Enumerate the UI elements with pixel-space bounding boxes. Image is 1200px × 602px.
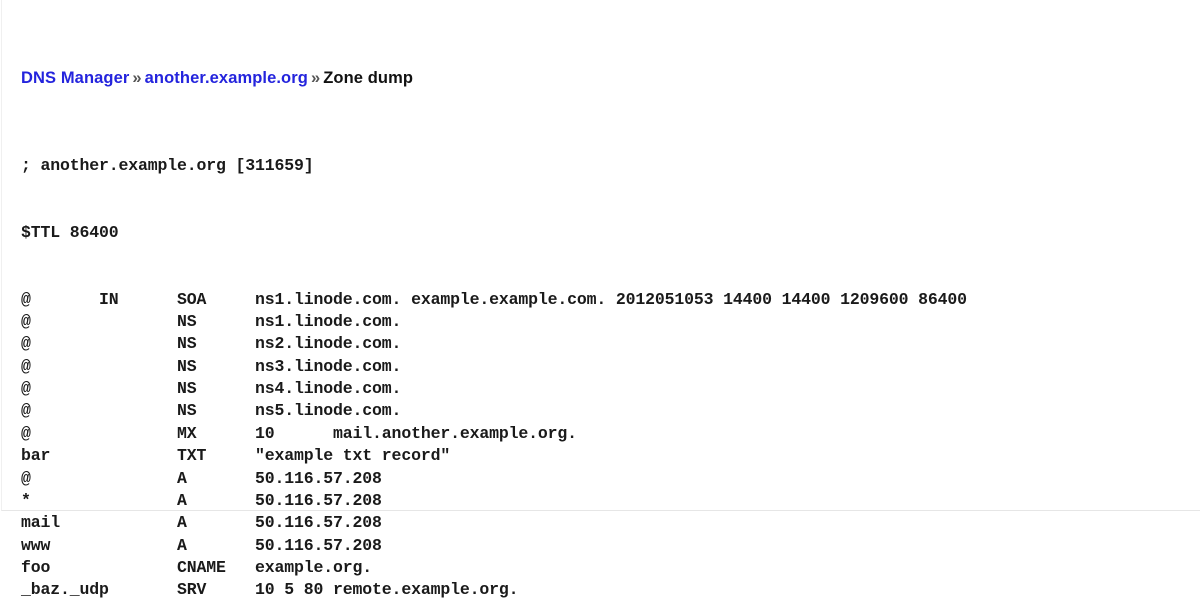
breadcrumb-separator-2: »: [310, 69, 321, 87]
zone-record-line: foo CNAME example.org.: [21, 557, 373, 577]
zone-record-line: bar TXT "example txt record": [21, 446, 451, 466]
zone-record-line: @ NS ns2.linode.com.: [21, 334, 402, 354]
breadcrumb: DNS Manager» another.example.org» Zone dum…: [21, 68, 413, 88]
zone-record-line: * A 50.116.57.208: [21, 490, 382, 510]
zone-record-line: @ IN SOA ns1.linode.com. example.example…: [21, 289, 967, 309]
zone-record-line: @ NS ns5.linode.com.: [21, 401, 402, 421]
zone-record-line: www A 50.116.57.208: [21, 535, 382, 555]
zone-dump-text: ; another.example.org [311659] $TTL 8640…: [21, 110, 967, 602]
zone-dump-page: DNS Manager» another.example.org» Zone dum…: [0, 0, 1200, 600]
zone-record-line: @ NS ns1.linode.com.: [21, 312, 402, 332]
breadcrumb-link-zone[interactable]: another.example.org: [145, 69, 308, 87]
zone-record-line: @ A 50.116.57.208: [21, 468, 382, 488]
breadcrumb-current-page: Zone dump: [323, 69, 414, 87]
zone-ttl-line: $TTL 86400: [21, 222, 119, 242]
zone-record-line: @ NS ns4.linode.com.: [21, 379, 402, 399]
zone-comment-line: ; another.example.org [311659]: [21, 155, 314, 175]
zone-record-line: @ MX 10 mail.another.example.org.: [21, 423, 577, 443]
zone-record-line: @ NS ns3.linode.com.: [21, 356, 402, 376]
breadcrumb-link-dns-manager[interactable]: DNS Manager: [21, 69, 129, 87]
zone-record-line: _baz._udp SRV 10 5 80 remote.example.org…: [21, 580, 519, 600]
zone-record-line: mail A 50.116.57.208: [21, 513, 382, 533]
breadcrumb-separator-1: »: [132, 69, 142, 87]
